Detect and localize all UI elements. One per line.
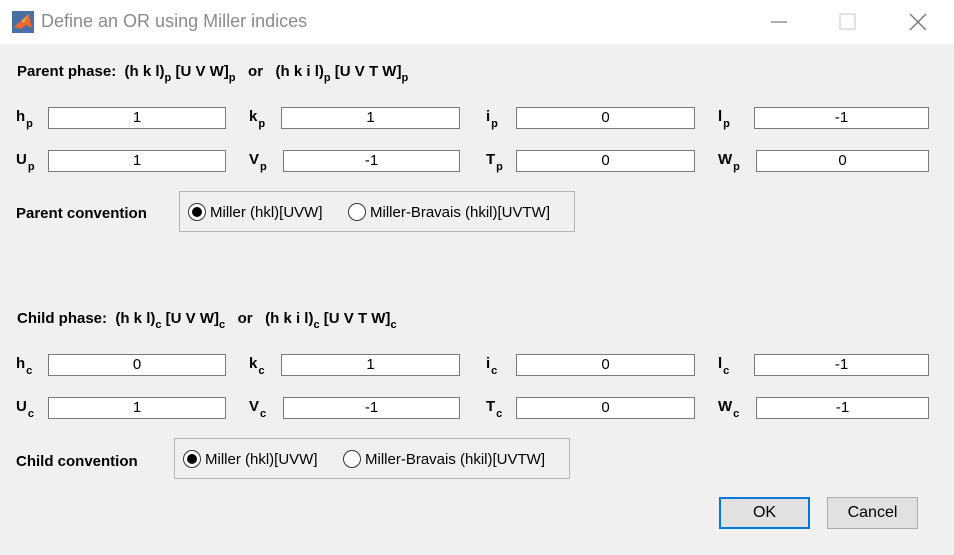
radio-unselected-icon [343, 450, 361, 468]
tp-label: Tp [486, 151, 503, 173]
vp-input[interactable]: -1 [283, 150, 460, 172]
child-phase-label: Child phase: [17, 310, 108, 327]
kc-input[interactable]: 1 [281, 354, 460, 376]
ic-label: ic [486, 355, 498, 377]
radio-unselected-icon [348, 203, 366, 221]
radio-selected-icon [188, 203, 206, 221]
minimize-icon [771, 21, 787, 23]
hc-label: hc [16, 355, 33, 377]
child-convention-group: Miller (hkl)[UVW] Miller-Bravais (hkil)[… [174, 438, 570, 479]
uc-input[interactable]: 1 [48, 397, 226, 419]
ic-input[interactable]: 0 [516, 354, 695, 376]
wc-label: Wc [718, 398, 740, 420]
maximize-button[interactable] [836, 10, 860, 34]
kc-label: kc [249, 355, 265, 377]
uc-label: Uc [16, 398, 34, 420]
child-miller-bravais-radio[interactable]: Miller-Bravais (hkil)[UVTW] [343, 449, 545, 469]
parent-convention-group: Miller (hkl)[UVW] Miller-Bravais (hkil)[… [179, 191, 575, 232]
parent-phase-header: Parent phase: (h k l)p [U V W]p or (h k … [17, 63, 409, 84]
matlab-icon [12, 11, 34, 33]
close-icon [909, 13, 927, 31]
kp-input[interactable]: 1 [281, 107, 460, 129]
vp-label: Vp [249, 151, 267, 173]
parent-phase-label: Parent phase: [17, 63, 117, 80]
parent-convention-label: Parent convention [16, 205, 147, 222]
cancel-button[interactable]: Cancel [827, 497, 918, 529]
hp-input[interactable]: 1 [48, 107, 226, 129]
ok-button[interactable]: OK [719, 497, 810, 529]
tc-input[interactable]: 0 [516, 397, 695, 419]
window-title: Define an OR using Miller indices [41, 11, 308, 31]
hc-input[interactable]: 0 [48, 354, 226, 376]
ip-label: ip [486, 108, 498, 130]
title-bar: Define an OR using Miller indices [0, 0, 954, 44]
close-button[interactable] [906, 10, 930, 34]
wp-input[interactable]: 0 [756, 150, 929, 172]
lp-label: lp [718, 108, 730, 130]
tp-input[interactable]: 0 [516, 150, 695, 172]
child-phase-header: Child phase: (h k l)c [U V W]c or (h k i… [17, 310, 397, 331]
child-convention-label: Child convention [16, 453, 138, 470]
vc-input[interactable]: -1 [283, 397, 460, 419]
parent-miller-bravais-radio[interactable]: Miller-Bravais (hkil)[UVTW] [348, 202, 550, 222]
vc-label: Vc [249, 398, 267, 420]
ip-input[interactable]: 0 [516, 107, 695, 129]
up-input[interactable]: 1 [48, 150, 226, 172]
up-label: Up [16, 151, 35, 173]
child-miller-radio[interactable]: Miller (hkl)[UVW] [183, 449, 318, 469]
wc-input[interactable]: -1 [756, 397, 929, 419]
tc-label: Tc [486, 398, 503, 420]
minimize-button[interactable] [768, 10, 792, 34]
hp-label: hp [16, 108, 33, 130]
radio-selected-icon [183, 450, 201, 468]
lc-input[interactable]: -1 [754, 354, 929, 376]
maximize-icon [839, 13, 856, 30]
lc-label: lc [718, 355, 730, 377]
parent-miller-radio[interactable]: Miller (hkl)[UVW] [188, 202, 323, 222]
lp-input[interactable]: -1 [754, 107, 929, 129]
wp-label: Wp [718, 151, 740, 173]
kp-label: kp [249, 108, 266, 130]
